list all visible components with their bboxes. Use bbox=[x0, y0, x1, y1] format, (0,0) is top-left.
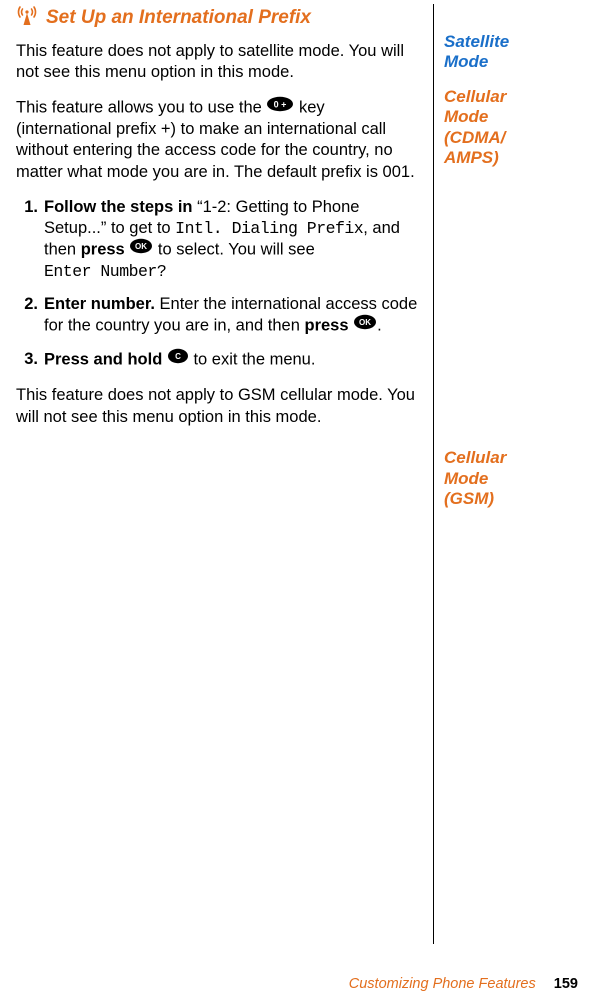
paragraph-satellite: This feature does not apply to satellite… bbox=[16, 41, 423, 83]
c-key-icon: C bbox=[167, 348, 189, 370]
paragraph-cdma: This feature allows you to use the 0 + k… bbox=[16, 97, 423, 182]
lcd-text: Intl. Dialing Prefix bbox=[175, 219, 363, 238]
text: (GSM) bbox=[444, 489, 580, 509]
side-column: Satellite Mode Cellular Mode (CDMA/ AMPS… bbox=[434, 4, 580, 944]
step-2: 2. Enter number. Enter the international… bbox=[40, 294, 423, 337]
side-label-cdma: Cellular Mode (CDMA/ AMPS) bbox=[444, 87, 580, 169]
step-number: 3. bbox=[16, 349, 38, 370]
text: This feature allows you to use the bbox=[16, 99, 266, 117]
ok-key-icon: OK bbox=[353, 314, 377, 336]
content-wrap: Set Up an International Prefix This feat… bbox=[0, 0, 596, 944]
text: Cellular bbox=[444, 87, 580, 107]
text: Mode bbox=[444, 469, 580, 489]
section-heading: Set Up an International Prefix bbox=[46, 7, 311, 29]
text: . bbox=[377, 317, 382, 335]
ok-key-icon: OK bbox=[129, 238, 153, 260]
text-bold: Follow the steps in bbox=[44, 198, 197, 216]
page-number: 159 bbox=[554, 976, 578, 992]
main-column: Set Up an International Prefix This feat… bbox=[16, 4, 434, 944]
svg-text:0 +: 0 + bbox=[274, 100, 287, 110]
side-label-satellite: Satellite Mode bbox=[444, 32, 580, 73]
antenna-icon bbox=[16, 4, 46, 31]
svg-text:C: C bbox=[175, 353, 181, 362]
footer-section-label: Customizing Phone Features bbox=[349, 976, 536, 992]
text: Mode bbox=[444, 107, 580, 127]
svg-text:OK: OK bbox=[135, 242, 147, 251]
text-bold: press bbox=[305, 317, 354, 335]
side-label-gsm: Cellular Mode (GSM) bbox=[444, 448, 580, 509]
text-bold: Press and hold bbox=[44, 351, 167, 369]
paragraph-gsm: This feature does not apply to GSM cellu… bbox=[16, 385, 423, 427]
steps-list: 1. Follow the steps in “1-2: Getting to … bbox=[16, 197, 423, 372]
text: Cellular bbox=[444, 448, 580, 468]
text: Mode bbox=[444, 52, 580, 72]
text: Satellite bbox=[444, 32, 580, 52]
step-number: 1. bbox=[16, 197, 38, 218]
svg-text:OK: OK bbox=[359, 318, 371, 327]
text: to select. You will see bbox=[153, 240, 314, 258]
text: to exit the menu. bbox=[189, 351, 316, 369]
page-footer: Customizing Phone Features 159 bbox=[349, 976, 578, 992]
step-3: 3. Press and hold C to exit the menu. bbox=[40, 349, 423, 371]
text-bold: press bbox=[81, 240, 130, 258]
text: (CDMA/ bbox=[444, 128, 580, 148]
text-bold: Enter number. bbox=[44, 295, 155, 313]
text: AMPS) bbox=[444, 148, 580, 168]
page: Set Up an International Prefix This feat… bbox=[0, 0, 596, 1006]
step-number: 2. bbox=[16, 294, 38, 315]
lcd-text: Enter Number? bbox=[44, 262, 166, 281]
step-1: 1. Follow the steps in “1-2: Getting to … bbox=[40, 197, 423, 282]
heading-row: Set Up an International Prefix bbox=[16, 4, 423, 31]
zero-plus-key-icon: 0 + bbox=[266, 96, 294, 118]
